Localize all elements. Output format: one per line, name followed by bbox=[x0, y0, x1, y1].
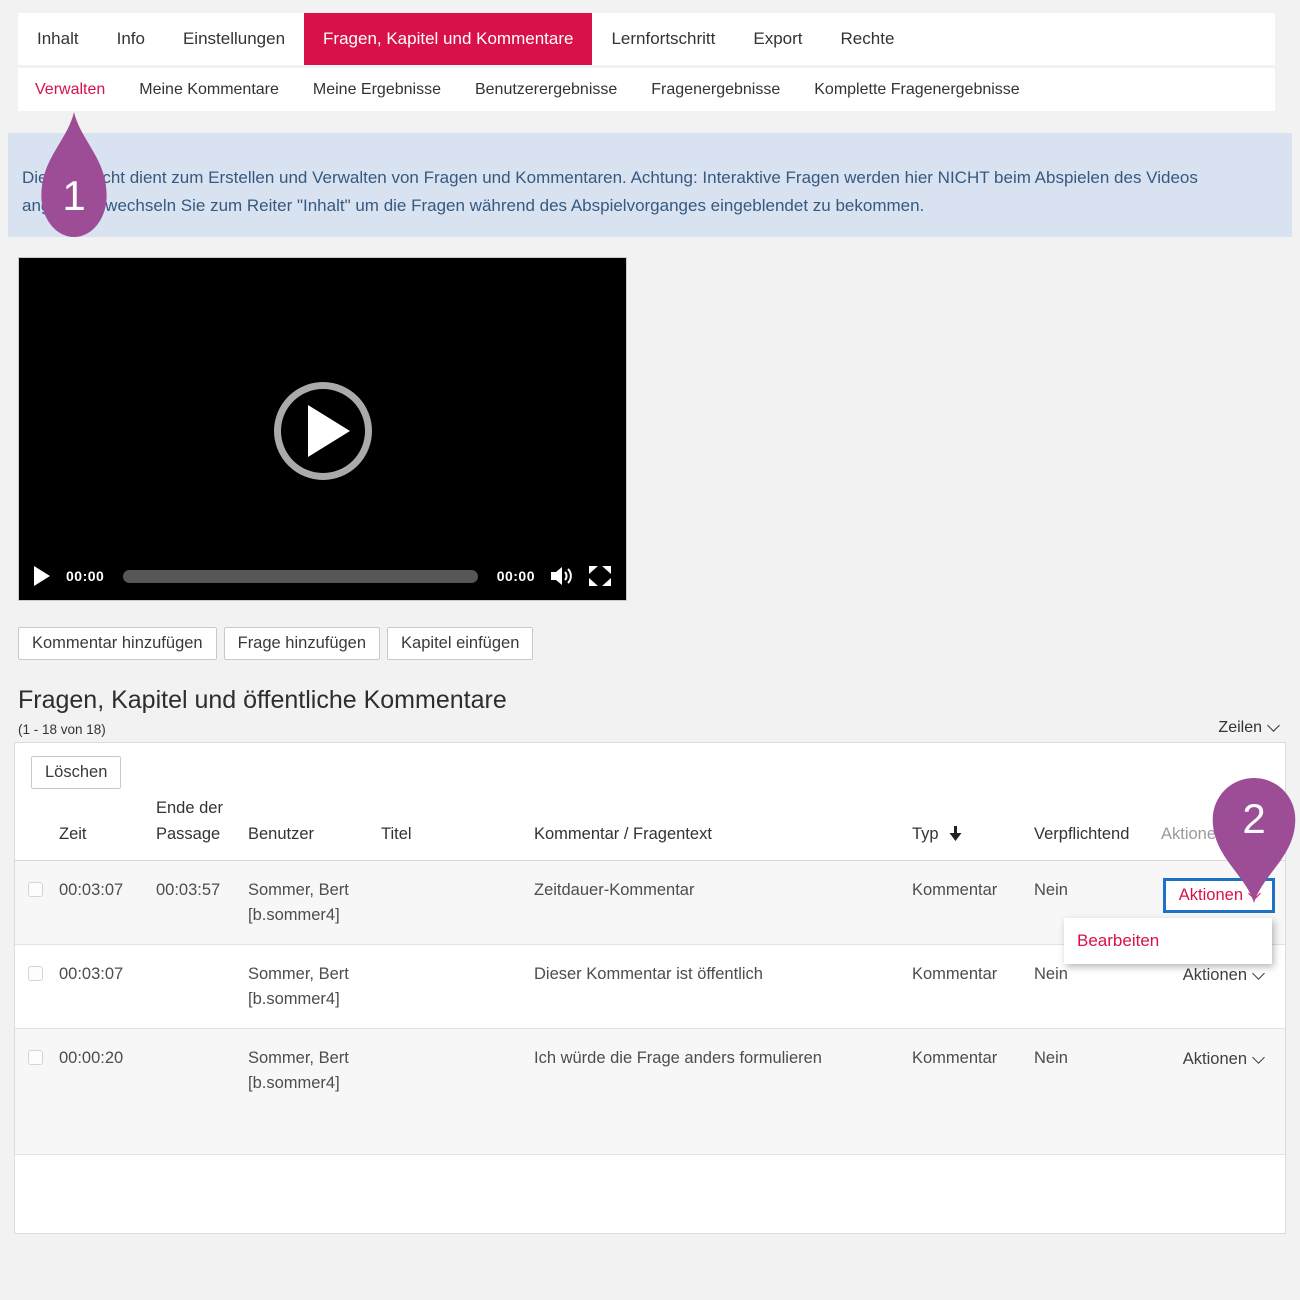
fullscreen-icon[interactable] bbox=[589, 566, 611, 586]
rows-per-page-dropdown[interactable]: Zeilen bbox=[1218, 719, 1278, 737]
rows-per-page-label: Zeilen bbox=[1218, 719, 1262, 736]
comments-table: Zeit Ende der Pas­sage Benutzer Titel Ko… bbox=[15, 795, 1285, 1155]
row-actions-dropdown[interactable]: Aktionen bbox=[1171, 962, 1275, 989]
main-tabbar: Inhalt Info Einstellungen Fragen, Kapite… bbox=[18, 13, 1275, 65]
cell-kommentar: Dieser Kommentar ist öffentlich bbox=[534, 945, 912, 1029]
cell-typ: Kommentar bbox=[912, 1029, 1034, 1155]
step-marker-2-number: 2 bbox=[1211, 798, 1297, 840]
total-time: 00:00 bbox=[497, 568, 535, 584]
cell-kommentar: Zeitdauer-Kommentar bbox=[534, 861, 912, 945]
cell-ende bbox=[156, 945, 248, 1029]
delete-button[interactable]: Löschen bbox=[31, 756, 121, 789]
comments-table-container: Löschen Zeit Ende der Pas­sage Benutzer … bbox=[14, 742, 1286, 1234]
table-row: 00:03:07 00:03:57 Sommer, Bert [b.som­me… bbox=[15, 861, 1285, 945]
header-select bbox=[15, 795, 59, 861]
current-time: 00:00 bbox=[66, 568, 104, 584]
add-question-button[interactable]: Frage hinzufügen bbox=[224, 627, 380, 660]
row-checkbox[interactable] bbox=[28, 882, 43, 897]
subtab-komplette-fragenergebnisse[interactable]: Komplette Fragenergebnisse bbox=[797, 81, 1036, 99]
row-actions-dropdown[interactable]: Aktionen bbox=[1171, 1046, 1275, 1073]
video-controls: 00:00 00:00 bbox=[19, 552, 626, 600]
row-checkbox[interactable] bbox=[28, 1050, 43, 1065]
cell-typ: Kommentar bbox=[912, 945, 1034, 1029]
subtab-meine-ergebnisse[interactable]: Meine Ergebnisse bbox=[296, 81, 458, 99]
cell-benutzer: Sommer, Bert [b.som­mer4] bbox=[248, 861, 381, 945]
progress-bar[interactable] bbox=[123, 570, 477, 583]
header-titel[interactable]: Titel bbox=[381, 795, 534, 861]
step-marker-1-number: 1 bbox=[40, 175, 108, 217]
step-marker-1: 1 bbox=[40, 112, 108, 237]
cell-titel bbox=[381, 861, 534, 945]
table-row: 00:00:20 Sommer, Bert [b.som­mer4] Ich w… bbox=[15, 1029, 1285, 1155]
chevron-down-icon bbox=[1252, 967, 1265, 980]
video-player: 00:00 00:00 bbox=[18, 257, 627, 601]
header-kommentar-fragentext[interactable]: Kommentar / Fragentext bbox=[534, 795, 912, 861]
info-message-box: Diese Ansicht dient zum Erstellen und Ve… bbox=[8, 133, 1292, 237]
cell-ende bbox=[156, 1029, 248, 1155]
table-header-row: Zeit Ende der Pas­sage Benutzer Titel Ko… bbox=[15, 795, 1285, 861]
sort-descending-icon bbox=[949, 826, 962, 841]
tab-inhalt[interactable]: Inhalt bbox=[18, 13, 98, 65]
header-benutzer[interactable]: Benutzer bbox=[248, 795, 381, 861]
cell-zeit: 00:03:07 bbox=[59, 861, 156, 945]
cell-benutzer: Sommer, Bert [b.som­mer4] bbox=[248, 1029, 381, 1155]
play-circle-icon[interactable] bbox=[274, 382, 372, 480]
sub-tabbar: Verwalten Meine Kommentare Meine Ergebni… bbox=[18, 68, 1275, 111]
cell-kommentar: Ich würde die Frage anders formulieren bbox=[534, 1029, 912, 1155]
chevron-down-icon bbox=[1252, 1051, 1265, 1064]
subtab-benutzerergebnisse[interactable]: Benutzerergebnisse bbox=[458, 81, 634, 99]
cell-zeit: 00:00:20 bbox=[59, 1029, 156, 1155]
subtab-fragenergebnisse[interactable]: Fragenergebnisse bbox=[634, 81, 797, 99]
tab-einstellungen[interactable]: Einstellungen bbox=[164, 13, 304, 65]
video-actions-toolbar: Kommentar hinzufügen Frage hinzufügen Ka… bbox=[18, 627, 533, 660]
tab-rechte[interactable]: Rechte bbox=[822, 13, 914, 65]
tab-lernfortschritt[interactable]: Lernfortschritt bbox=[592, 13, 734, 65]
header-typ[interactable]: Typ bbox=[912, 795, 1034, 861]
cell-zeit: 00:03:07 bbox=[59, 945, 156, 1029]
info-message-text: Diese Ansicht dient zum Erstellen und Ve… bbox=[22, 168, 1198, 215]
tab-info[interactable]: Info bbox=[98, 13, 164, 65]
cell-titel bbox=[381, 945, 534, 1029]
header-verpflichtend[interactable]: Verpflichtend bbox=[1034, 795, 1161, 861]
play-icon[interactable] bbox=[34, 566, 50, 586]
cell-verpflichtend: Nein bbox=[1034, 1029, 1161, 1155]
menu-item-bearbeiten[interactable]: Bearbeiten bbox=[1064, 918, 1272, 964]
pagination-info: (1 - 18 von 18) bbox=[18, 722, 106, 737]
row-checkbox[interactable] bbox=[28, 966, 43, 981]
play-triangle-icon bbox=[308, 405, 350, 457]
tab-fragen-kapitel-kommentare[interactable]: Fragen, Kapitel und Kommentare bbox=[304, 13, 592, 65]
volume-icon[interactable] bbox=[550, 566, 574, 586]
cell-typ: Kommentar bbox=[912, 861, 1034, 945]
insert-chapter-button[interactable]: Kapitel einfügen bbox=[387, 627, 533, 660]
header-ende-der-passage[interactable]: Ende der Pas­sage bbox=[156, 795, 248, 861]
add-comment-button[interactable]: Kommentar hinzufügen bbox=[18, 627, 217, 660]
tab-export[interactable]: Export bbox=[734, 13, 821, 65]
cell-titel bbox=[381, 1029, 534, 1155]
header-zeit[interactable]: Zeit bbox=[59, 795, 156, 861]
step-marker-2: 2 bbox=[1211, 778, 1297, 903]
chevron-down-icon bbox=[1267, 719, 1280, 732]
actions-dropdown-menu: Bearbeiten bbox=[1064, 918, 1272, 964]
section-title: Fragen, Kapitel und öffentliche Kommenta… bbox=[18, 686, 507, 715]
subtab-verwalten[interactable]: Verwalten bbox=[18, 81, 122, 99]
cell-ende: 00:03:57 bbox=[156, 861, 248, 945]
subtab-meine-kommentare[interactable]: Meine Kommentare bbox=[122, 81, 296, 99]
cell-benutzer: Sommer, Bert [b.som­mer4] bbox=[248, 945, 381, 1029]
